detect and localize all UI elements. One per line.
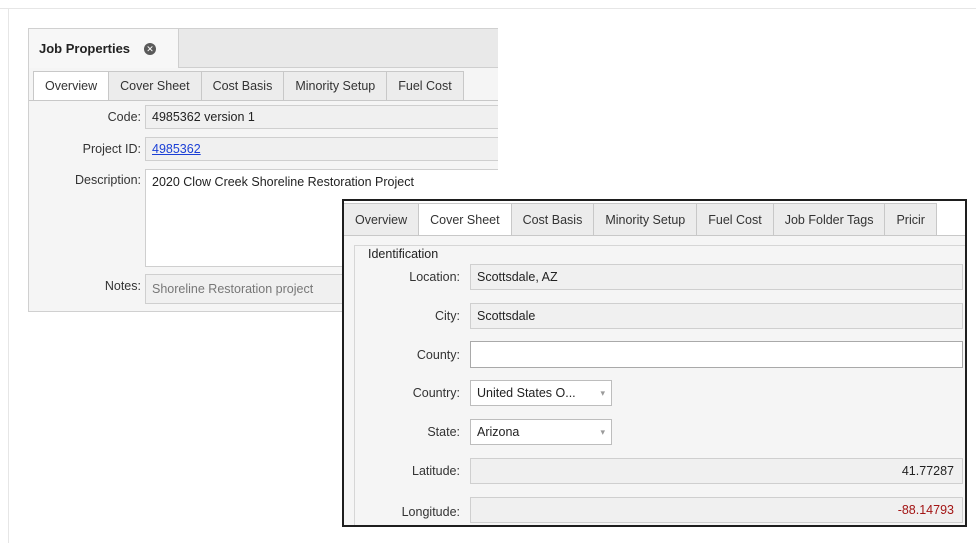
document-tab-title: Job Properties (39, 41, 131, 56)
project-id-label: Project ID: (82, 142, 141, 156)
code-label: Code: (107, 110, 141, 124)
tab-overview[interactable]: Overview (344, 203, 420, 236)
county-input[interactable] (470, 341, 963, 368)
tab-minority-setup[interactable]: Minority Setup (284, 71, 388, 101)
country-dropdown[interactable]: United States O... ▾ (470, 380, 612, 406)
county-label: County: (416, 348, 460, 362)
notes-label: Notes: (104, 279, 141, 293)
state-dropdown[interactable]: Arizona ▾ (470, 419, 612, 445)
city-field[interactable]: Scottsdale (470, 303, 963, 329)
project-id-link[interactable]: 4985362 (145, 137, 498, 161)
longitude-label: Longitude: (401, 505, 460, 519)
location-label: Location: (409, 270, 460, 284)
state-label: State: (427, 425, 460, 439)
cover-sheet-panel: Overview Cover Sheet Cost Basis Minority… (342, 199, 967, 527)
chevron-down-icon: ▾ (600, 387, 605, 398)
location-field[interactable]: Scottsdale, AZ (470, 264, 963, 290)
tab-pricing[interactable]: Pricir (885, 203, 937, 236)
cover-sheet-tabs: Overview Cover Sheet Cost Basis Minority… (344, 203, 937, 236)
tab-minority-setup[interactable]: Minority Setup (594, 203, 698, 236)
document-tab-job-properties[interactable]: Job Properties ✕ (29, 29, 179, 68)
description-label: Description: (75, 173, 141, 187)
latitude-label: Latitude: (412, 464, 460, 478)
tab-cover-sheet[interactable]: Cover Sheet (419, 203, 512, 236)
latitude-field[interactable]: 41.77287 (470, 458, 963, 484)
tab-fuel-cost[interactable]: Fuel Cost (387, 71, 464, 101)
frame-line (0, 8, 976, 9)
tab-cover-sheet[interactable]: Cover Sheet (109, 71, 202, 101)
longitude-field[interactable]: -88.14793 (470, 497, 963, 523)
city-label: City: (435, 309, 460, 323)
cover-sheet-form: Identification Location: Scottsdale, AZ … (344, 235, 965, 525)
tab-cost-basis[interactable]: Cost Basis (201, 71, 285, 101)
close-icon[interactable]: ✕ (144, 42, 157, 55)
tab-overview[interactable]: Overview (33, 71, 110, 101)
frame-line (8, 8, 9, 543)
country-selected-value: United States O... (477, 386, 576, 400)
job-properties-tabs: Overview Cover Sheet Cost Basis Minority… (33, 71, 464, 101)
tab-cost-basis[interactable]: Cost Basis (511, 203, 595, 236)
tab-job-folder-tags[interactable]: Job Folder Tags (773, 203, 886, 236)
identification-group-title: Identification (364, 247, 443, 261)
state-selected-value: Arizona (477, 425, 520, 439)
chevron-down-icon: ▾ (600, 426, 605, 437)
country-label: Country: (412, 386, 460, 400)
code-field[interactable]: 4985362 version 1 (145, 105, 498, 129)
tab-fuel-cost[interactable]: Fuel Cost (697, 203, 774, 236)
document-tabstrip: Job Properties ✕ (29, 29, 498, 68)
